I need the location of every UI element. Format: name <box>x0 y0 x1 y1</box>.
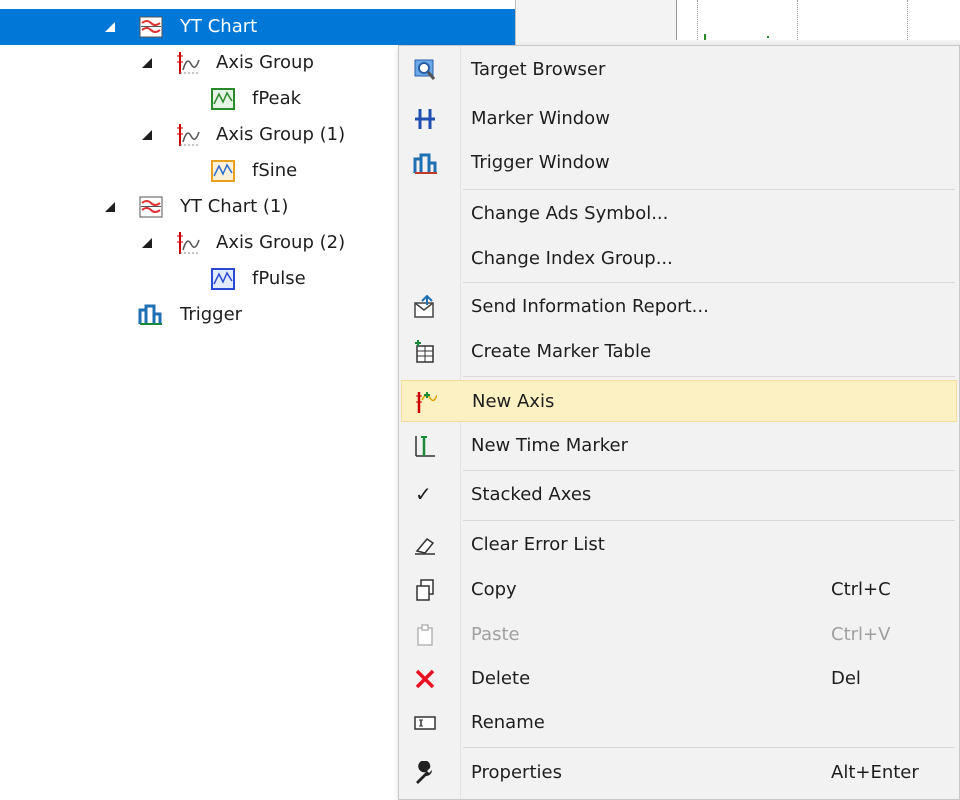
menu-item-shortcut: Del <box>831 668 861 689</box>
collapse-arrow-icon[interactable] <box>140 56 154 70</box>
collapse-arrow-icon[interactable] <box>103 20 117 34</box>
menu-item-label: New Axis <box>472 391 555 412</box>
yt-chart-icon <box>138 194 164 220</box>
menu-item-label: Trigger Window <box>471 152 610 173</box>
menu-item-new-axis[interactable]: New Axis <box>401 380 957 422</box>
rename-icon <box>413 711 437 735</box>
menu-item-label: Change Ads Symbol... <box>471 203 669 224</box>
menu-item-label: New Time Marker <box>471 435 628 456</box>
menu-item-new-time-marker[interactable]: New Time Marker <box>401 425 957 467</box>
menu-item-properties[interactable]: Properties Alt+Enter <box>401 752 957 794</box>
menu-item-label: Stacked Axes <box>471 484 592 505</box>
menu-item-stacked-axes[interactable]: ✓ Stacked Axes <box>401 474 957 516</box>
menu-item-create-marker-table[interactable]: Create Marker Table <box>401 331 957 373</box>
tree-item-label: Axis Group (1) <box>216 124 346 145</box>
wrench-icon <box>413 760 437 785</box>
send-report-icon <box>413 294 437 319</box>
tree-item-label: YT Chart <box>180 16 258 37</box>
new-axis-icon <box>413 390 438 414</box>
menu-item-label: Rename <box>471 712 545 733</box>
menu-item-send-information-report[interactable]: Send Information Report... <box>401 286 957 328</box>
menu-item-label: Create Marker Table <box>471 341 652 362</box>
tree-item-label: Axis Group (2) <box>216 232 346 253</box>
tree-item-label: Axis Group <box>216 52 314 73</box>
collapse-arrow-icon[interactable] <box>140 236 154 250</box>
collapse-arrow-icon[interactable] <box>140 128 154 142</box>
menu-item-label: Properties <box>471 762 562 783</box>
menu-separator <box>463 282 955 283</box>
tree-item-label: Trigger <box>180 304 243 325</box>
channel-orange-icon <box>210 158 236 184</box>
menu-item-shortcut: Ctrl+V <box>831 624 891 645</box>
menu-item-delete[interactable]: Delete Del <box>401 658 957 700</box>
menu-item-label: Change Index Group... <box>471 248 673 269</box>
menu-item-paste: Paste Ctrl+V <box>401 614 957 656</box>
menu-item-copy[interactable]: Copy Ctrl+C <box>401 569 957 611</box>
menu-item-label: Clear Error List <box>471 534 605 555</box>
tree-item-label: fSine <box>252 160 298 181</box>
copy-icon <box>413 578 437 602</box>
menu-item-label: Paste <box>471 624 520 645</box>
menu-item-shortcut: Alt+Enter <box>831 762 919 783</box>
menu-item-clear-error-list[interactable]: Clear Error List <box>401 524 957 566</box>
menu-item-label: Send Information Report... <box>471 296 709 317</box>
tree-item-label: fPulse <box>252 268 306 289</box>
axis-group-icon <box>174 230 200 256</box>
menu-item-marker-window[interactable]: Marker Window <box>401 98 957 140</box>
marker-table-icon <box>413 340 437 364</box>
menu-separator <box>463 470 955 471</box>
menu-item-target-browser[interactable]: Target Browser <box>401 49 957 91</box>
delete-icon <box>413 667 437 691</box>
channel-blue-icon <box>210 266 236 292</box>
signal-trace <box>704 34 769 40</box>
menu-separator <box>463 520 955 521</box>
axis-group-icon <box>174 50 200 76</box>
menu-item-label: Marker Window <box>471 108 610 129</box>
menu-item-trigger-window[interactable]: Trigger Window <box>401 142 957 184</box>
menu-item-label: Delete <box>471 668 531 689</box>
menu-item-label: Copy <box>471 579 517 600</box>
chart-plot-area[interactable] <box>676 0 960 40</box>
trigger-window-icon <box>413 151 437 175</box>
target-browser-icon <box>413 58 437 82</box>
axis-group-icon <box>174 122 200 148</box>
checkmark-icon: ✓ <box>415 482 432 506</box>
tree-item-label: YT Chart (1) <box>180 196 289 217</box>
menu-separator <box>463 376 955 377</box>
eraser-icon <box>413 533 437 557</box>
context-menu: Target Browser Marker Window Trigger Win… <box>398 45 960 800</box>
paste-icon <box>413 623 437 647</box>
menu-item-change-index-group[interactable]: Change Index Group... <box>401 238 957 280</box>
trigger-icon <box>138 302 164 328</box>
time-marker-icon <box>413 434 437 458</box>
marker-window-icon <box>413 107 437 131</box>
menu-separator <box>463 189 955 190</box>
menu-item-rename[interactable]: Rename <box>401 702 957 744</box>
menu-separator <box>463 747 955 748</box>
menu-item-change-ads-symbol[interactable]: Change Ads Symbol... <box>401 193 957 235</box>
menu-item-label: Target Browser <box>471 59 606 80</box>
collapse-arrow-icon[interactable] <box>103 200 117 214</box>
yt-chart-icon <box>138 14 164 40</box>
tree-item-yt-chart[interactable]: YT Chart <box>0 9 515 45</box>
menu-item-shortcut: Ctrl+C <box>831 579 891 600</box>
channel-green-icon <box>210 86 236 112</box>
tree-item-label: fPeak <box>252 88 302 109</box>
